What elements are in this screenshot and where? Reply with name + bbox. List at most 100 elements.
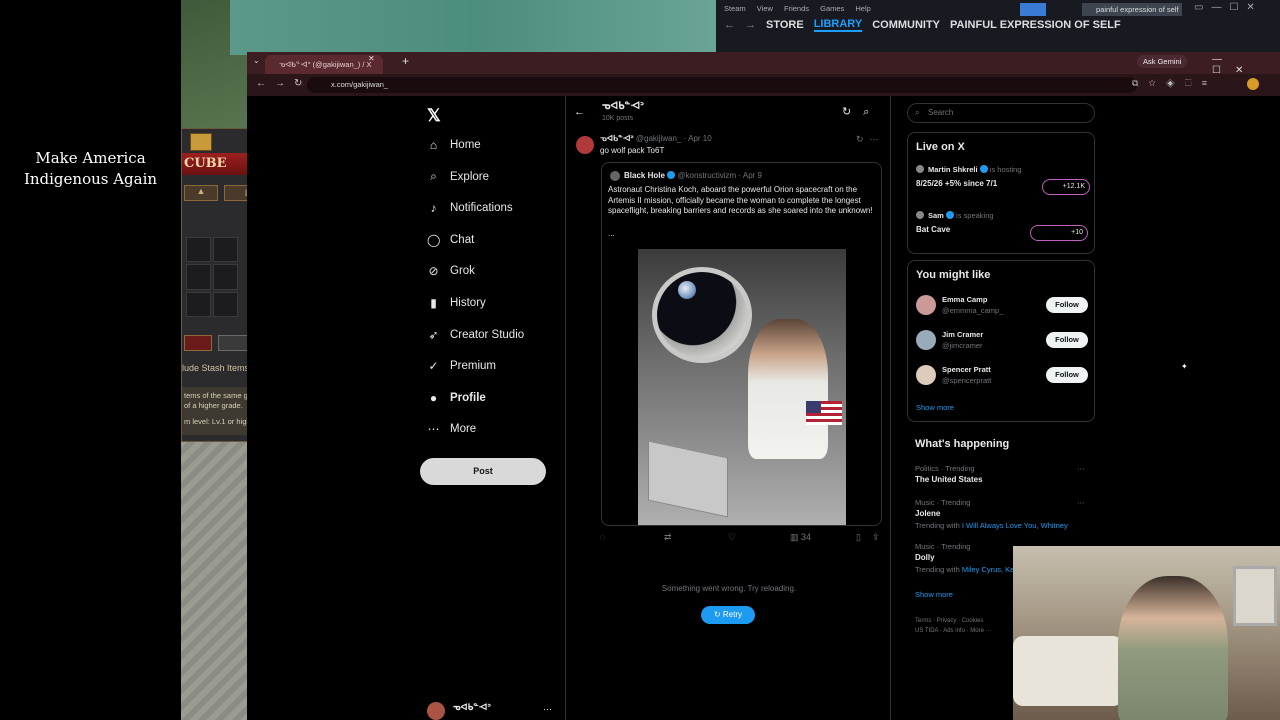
trend-more-icon[interactable]: ⋯ (1077, 464, 1085, 473)
x-logo-icon[interactable]: 𝕏 (427, 106, 441, 126)
post-button[interactable]: Post (420, 458, 546, 485)
live-item-2[interactable]: Sam is speaking (928, 211, 994, 220)
retweet-icon[interactable]: ⇄ (664, 532, 672, 543)
nav-premium[interactable]: ✓ Premium (427, 359, 496, 373)
steam-broadcast-icon[interactable] (1020, 3, 1046, 16)
trend-name[interactable]: The United States (915, 475, 983, 484)
account-avatar[interactable] (427, 702, 445, 720)
user-name[interactable]: Spencer Pratt (942, 365, 991, 374)
retry-button[interactable]: ↻ Retry (701, 606, 755, 624)
nav-home[interactable]: ⌂ Home (427, 138, 481, 152)
account-more-icon[interactable]: ⋯ (543, 704, 552, 715)
browser-tab[interactable]: ᓀᐊᑲᓐᐗᐣ (@gakijiwan_) / X (265, 55, 383, 74)
bookmark-icon[interactable]: ▯ (856, 532, 861, 543)
ask-gemini-button[interactable]: Ask Gemini (1137, 55, 1188, 68)
cube-grade-dropdown[interactable]: ▲ (184, 185, 218, 201)
live-title-2[interactable]: Bat Cave (916, 225, 950, 234)
cube-filter-button[interactable] (184, 335, 212, 351)
nav-label: Grok (450, 265, 475, 277)
browser-nav-icons[interactable]: ←→↻ (256, 78, 311, 89)
like-icon[interactable]: ♡ (728, 532, 736, 543)
views-count[interactable]: ▥ 34 (790, 532, 811, 543)
listener-count[interactable]: +12.1K (1042, 179, 1090, 195)
cube-slot[interactable] (186, 264, 211, 290)
show-more-link[interactable]: Show more (916, 403, 954, 412)
extension-icons[interactable]: ⧉☆◈⬚≡ (1132, 78, 1217, 89)
footer-link[interactable]: Privacy (937, 618, 957, 624)
trend-more-icon[interactable]: ⋯ (1077, 498, 1085, 507)
tweet-handle[interactable]: @gakijiwan_ (636, 134, 681, 143)
user-handle[interactable]: @spencerpratt (942, 376, 991, 385)
footer-link[interactable]: Ads info (943, 628, 965, 634)
astronaut-photo[interactable] (638, 249, 846, 525)
new-tab-icon[interactable]: + (402, 54, 409, 68)
steam-nav-library[interactable]: LIBRARY (813, 18, 863, 32)
user-name[interactable]: Jim Cramer (942, 330, 983, 339)
nav-grok[interactable]: ⊘ Grok (427, 264, 475, 278)
share-icon[interactable]: ⇪ (872, 532, 880, 543)
profile-avatar[interactable] (1247, 78, 1259, 90)
trend-related-links[interactable]: Miley Cyrus, Ke (962, 565, 1015, 574)
user-avatar[interactable] (916, 295, 936, 315)
browser-window-controls[interactable]: —☐✕ (1212, 54, 1280, 76)
host-avatar (916, 211, 924, 219)
tweet-author[interactable]: ᓀᐊᑲᓐᐗᐣ (600, 134, 634, 143)
steam-nav-profile[interactable]: PAINFUL EXPRESSION OF SELF (950, 19, 1121, 31)
footer-link[interactable]: More ··· (970, 628, 991, 634)
footer-link[interactable]: Terms (915, 618, 931, 624)
user-name[interactable]: Emma Camp (942, 295, 987, 304)
tweet-date[interactable]: · Apr 10 (684, 134, 712, 143)
listener-count[interactable]: +10 (1030, 225, 1088, 241)
steam-menu-help[interactable]: Help (855, 4, 870, 13)
follow-button[interactable]: Follow (1046, 367, 1088, 383)
live-title-1[interactable]: 8/25/26 +5% since 7/1 (916, 179, 997, 188)
steam-user-menu[interactable]: painful expression of self (1082, 3, 1182, 16)
address-bar[interactable]: x.com/gakijiwan_ (307, 77, 1137, 93)
cube-slot[interactable] (213, 291, 238, 317)
nav-creator-studio[interactable]: ➶ Creator Studio (427, 328, 524, 342)
search-input[interactable]: Search (907, 103, 1095, 123)
footer-link[interactable]: Cookies (962, 618, 984, 624)
user-handle[interactable]: @emmma_camp_ (942, 306, 1003, 315)
steam-window-controls[interactable]: ▭—☐✕ (1194, 2, 1263, 13)
user-avatar[interactable] (916, 330, 936, 350)
cube-slot[interactable] (213, 237, 238, 263)
trend-name[interactable]: Jolene (915, 509, 940, 518)
steam-nav-store[interactable]: STORE (766, 19, 804, 31)
steam-menu-games[interactable]: Games (820, 4, 844, 13)
nav-more[interactable]: ⋯ More (427, 422, 477, 436)
follow-button[interactable]: Follow (1046, 332, 1088, 348)
search-icon: ⌕ (915, 108, 920, 117)
footer-link[interactable]: US TIDA (915, 628, 938, 634)
cube-slot[interactable] (213, 264, 238, 290)
cube-slot[interactable] (186, 237, 211, 263)
trend-name[interactable]: Dolly (915, 553, 935, 562)
steam-menu-steam[interactable]: Steam (724, 4, 746, 13)
nav-notifications[interactable]: ♪ Notifications (427, 201, 513, 215)
reply-icon[interactable]: ◌ (600, 532, 605, 542)
steam-menu-friends[interactable]: Friends (784, 4, 809, 13)
nav-history[interactable]: ▮ History (427, 296, 486, 310)
cube-slot[interactable] (186, 291, 211, 317)
follow-button[interactable]: Follow (1046, 297, 1088, 313)
nav-profile[interactable]: ● Profile (427, 391, 486, 405)
nav-explore[interactable]: ⌕ Explore (427, 169, 489, 184)
steam-nav-community[interactable]: COMMUNITY (872, 19, 940, 31)
steam-forward-icon[interactable]: → (745, 19, 756, 31)
header-action-icons[interactable]: ↻⌕ (842, 105, 881, 119)
trend-related-links[interactable]: I Will Always Love You, Whitney (962, 521, 1068, 530)
user-avatar[interactable] (916, 365, 936, 385)
steam-back-icon[interactable]: ← (724, 19, 735, 31)
live-item-1[interactable]: Martin Shkreli is hosting (928, 165, 1021, 174)
tab-search-icon[interactable]: ⌄ (253, 56, 260, 65)
tab-close-icon[interactable]: ✕ (368, 54, 375, 63)
user-handle[interactable]: @jimcramer (942, 341, 983, 350)
account-name[interactable]: ᓀᐊᑲᓐᐗᐣ (453, 702, 491, 713)
tweet-avatar[interactable] (576, 136, 594, 154)
steam-menu-view[interactable]: View (757, 4, 773, 13)
quoted-tweet[interactable]: Black Hole @konstructivizm · Apr 9 Astro… (601, 162, 882, 526)
nav-chat[interactable]: ◯ Chat (427, 233, 474, 247)
back-arrow-icon[interactable]: ← (574, 106, 585, 118)
tweet-more-icons[interactable]: ↻⋯ (856, 134, 885, 145)
show-more-link[interactable]: Show more (915, 590, 953, 599)
